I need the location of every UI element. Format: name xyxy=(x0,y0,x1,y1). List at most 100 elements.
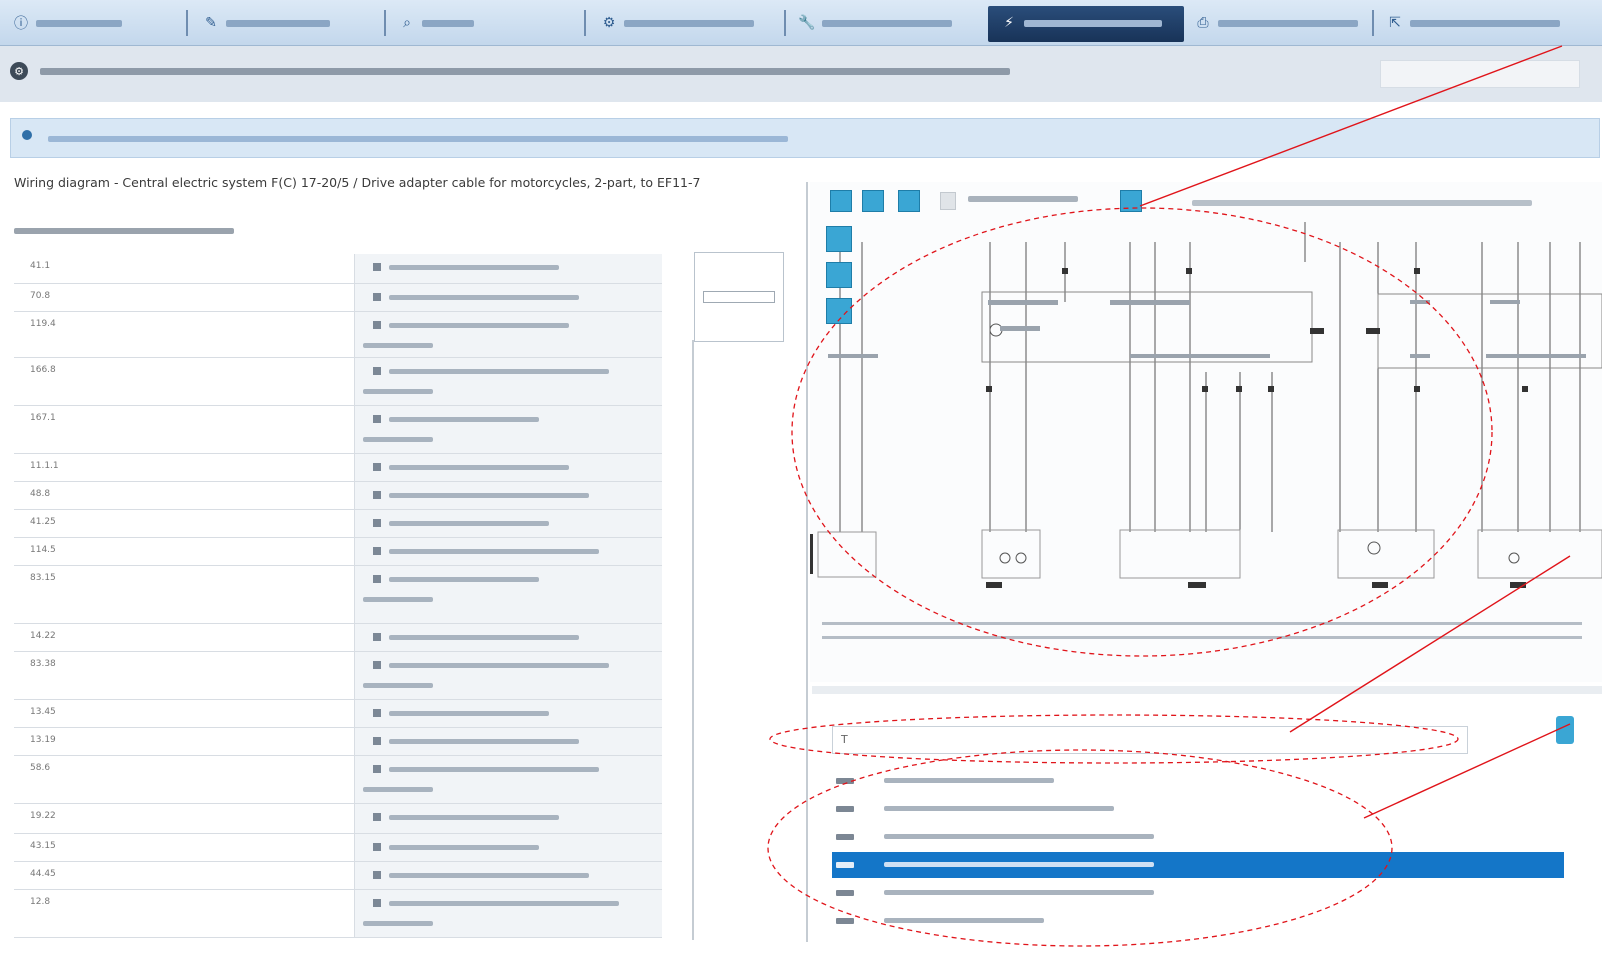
list-item[interactable] xyxy=(832,908,1564,934)
zoom-out-button[interactable] xyxy=(862,190,884,212)
nav-item-wiring[interactable]: ⚡ xyxy=(1000,8,1162,38)
parts-row[interactable]: 83.38 xyxy=(14,652,662,700)
checkbox-icon[interactable] xyxy=(373,633,381,641)
checkbox-icon[interactable] xyxy=(373,547,381,555)
part-description[interactable] xyxy=(354,406,662,453)
search-input[interactable] xyxy=(1380,60,1580,88)
parts-row[interactable]: 48.8 xyxy=(14,482,662,510)
parts-row[interactable]: 14.22 xyxy=(14,624,662,652)
part-description[interactable] xyxy=(354,834,662,861)
part-description[interactable] xyxy=(354,624,662,651)
part-description[interactable] xyxy=(354,538,662,565)
list-item[interactable] xyxy=(832,852,1564,878)
breadcrumb[interactable] xyxy=(40,68,1010,75)
parts-row[interactable]: 13.45 xyxy=(14,700,662,728)
nav-item-info[interactable]: ⓘ xyxy=(12,8,122,38)
parts-row[interactable]: 11.1.1 xyxy=(14,454,662,482)
filter-input[interactable]: T xyxy=(832,726,1468,754)
checkbox-icon[interactable] xyxy=(373,737,381,745)
checkbox-icon[interactable] xyxy=(373,263,381,271)
checkbox-icon[interactable] xyxy=(373,813,381,821)
highlight-button[interactable] xyxy=(1120,190,1142,212)
checkbox-icon[interactable] xyxy=(373,843,381,851)
parts-row[interactable]: 19.22 xyxy=(14,804,662,834)
part-description[interactable] xyxy=(354,284,662,311)
nav-item-edit[interactable]: ✎ xyxy=(202,8,330,38)
parts-row[interactable]: 119.4 xyxy=(14,312,662,358)
list-item-label xyxy=(884,834,1154,839)
parts-row[interactable]: 166.8 xyxy=(14,358,662,406)
part-description-text xyxy=(389,663,609,668)
part-description[interactable] xyxy=(354,728,662,755)
filter-button[interactable] xyxy=(1556,716,1574,744)
part-description[interactable] xyxy=(354,358,662,405)
part-description[interactable] xyxy=(354,700,662,727)
checkbox-icon[interactable] xyxy=(373,293,381,301)
list-item[interactable] xyxy=(832,880,1564,906)
checkbox-icon[interactable] xyxy=(373,415,381,423)
list-item[interactable] xyxy=(832,768,1564,794)
parts-row[interactable]: 83.15 xyxy=(14,566,662,624)
checkbox-icon[interactable] xyxy=(373,519,381,527)
page-prev-button[interactable] xyxy=(940,192,956,210)
settings-icon[interactable]: ⚙ xyxy=(10,62,28,80)
fit-button[interactable] xyxy=(898,190,920,212)
part-description[interactable] xyxy=(354,756,662,803)
checkbox-icon[interactable] xyxy=(373,899,381,907)
side-panel[interactable] xyxy=(694,252,784,342)
list-item[interactable] xyxy=(832,796,1564,822)
part-description-text xyxy=(363,787,433,792)
checkbox-icon[interactable] xyxy=(373,871,381,879)
horizontal-scrollbar[interactable] xyxy=(812,686,1602,694)
diagram-viewer[interactable] xyxy=(810,182,1602,682)
part-description-text xyxy=(389,265,559,270)
part-description[interactable] xyxy=(354,862,662,889)
parts-row[interactable]: 12.8 xyxy=(14,890,662,938)
banner-text[interactable] xyxy=(48,136,788,142)
part-description[interactable] xyxy=(354,312,662,357)
part-description[interactable] xyxy=(354,482,662,509)
checkbox-icon[interactable] xyxy=(373,765,381,773)
parts-row[interactable]: 44.45 xyxy=(14,862,662,890)
zoom-in-button[interactable] xyxy=(830,190,852,212)
parts-row[interactable]: 43.15 xyxy=(14,834,662,862)
checkbox-icon[interactable] xyxy=(373,575,381,583)
parts-row[interactable]: 41.1 xyxy=(14,254,662,284)
checkbox-icon[interactable] xyxy=(373,463,381,471)
part-description-text xyxy=(389,635,579,640)
part-description[interactable] xyxy=(354,890,662,937)
parts-row[interactable]: 13.19 xyxy=(14,728,662,756)
side-panel-button[interactable] xyxy=(703,291,775,303)
checkbox-icon[interactable] xyxy=(373,367,381,375)
nav-separator xyxy=(584,10,586,36)
tool-button[interactable] xyxy=(826,298,852,324)
part-description-text xyxy=(363,597,433,602)
part-description[interactable] xyxy=(354,254,662,283)
part-description[interactable] xyxy=(354,652,662,699)
checkbox-icon[interactable] xyxy=(373,321,381,329)
part-description[interactable] xyxy=(354,566,662,623)
checkbox-icon[interactable] xyxy=(373,491,381,499)
parts-row[interactable]: 70.8 xyxy=(14,284,662,312)
part-description[interactable] xyxy=(354,510,662,537)
parts-row[interactable]: 114.5 xyxy=(14,538,662,566)
checkbox-icon[interactable] xyxy=(373,661,381,669)
checkbox-icon[interactable] xyxy=(373,709,381,717)
nav-item-tools[interactable]: ⚙ xyxy=(600,8,754,38)
divider xyxy=(692,340,694,940)
list-item[interactable] xyxy=(832,824,1564,850)
tool-button[interactable] xyxy=(826,226,852,252)
parts-row[interactable]: 58.6 xyxy=(14,756,662,804)
parts-row[interactable]: 167.1 xyxy=(14,406,662,454)
nav-item-print[interactable]: ⎙ xyxy=(1194,8,1358,38)
part-description-text xyxy=(363,683,433,688)
nav-item-service[interactable]: 🔧 xyxy=(798,8,952,38)
wiring-diagram[interactable] xyxy=(810,182,1602,682)
nav-item-export[interactable]: ⇱ xyxy=(1386,8,1560,38)
part-description[interactable] xyxy=(354,454,662,481)
tool-button[interactable] xyxy=(826,262,852,288)
part-description-text xyxy=(389,295,579,300)
parts-row[interactable]: 41.25 xyxy=(14,510,662,538)
part-description[interactable] xyxy=(354,804,662,833)
nav-item-search[interactable]: ⌕ xyxy=(398,8,474,38)
